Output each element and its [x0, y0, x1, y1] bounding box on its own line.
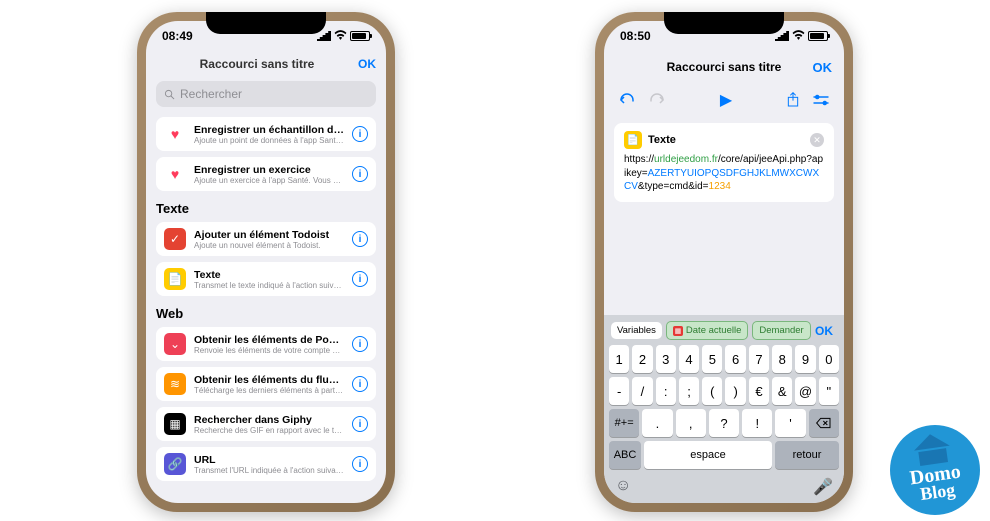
key-"[interactable]: "	[819, 377, 839, 405]
text-icon: 📄	[164, 268, 186, 290]
text-input-content[interactable]: https://urldejeedom.fr/core/api/jeeApi.p…	[624, 153, 824, 194]
action-health-exercise[interactable]: ♥ Enregistrer un exerciceAjoute un exerc…	[156, 157, 376, 191]
todoist-icon: ✓	[164, 228, 186, 250]
page-title: Raccourci sans titre	[667, 60, 782, 74]
key-€[interactable]: €	[749, 377, 769, 405]
action-giphy[interactable]: ▦ Rechercher dans GiphyRecherche des GIF…	[156, 407, 376, 441]
chip-ask[interactable]: Demander	[752, 321, 810, 340]
key--[interactable]: -	[609, 377, 629, 405]
settings-button[interactable]	[812, 93, 830, 107]
done-button[interactable]: OK	[813, 60, 833, 75]
pocket-icon: ⌄	[164, 333, 186, 355]
play-button[interactable]: ▶	[720, 90, 732, 110]
link-icon: 🔗	[164, 453, 186, 475]
house-icon	[913, 438, 952, 467]
domoblog-logo: Domo Blog	[890, 425, 980, 515]
key-?[interactable]: ?	[709, 409, 739, 437]
redo-button[interactable]	[648, 93, 666, 107]
key-space[interactable]: espace	[644, 441, 772, 469]
key-![interactable]: !	[742, 409, 772, 437]
chip-date[interactable]: ▦Date actuelle	[666, 321, 748, 340]
search-input[interactable]: Rechercher	[156, 81, 376, 107]
signal-icon	[775, 31, 789, 41]
text-icon: 📄	[624, 131, 642, 149]
battery-icon	[808, 31, 828, 41]
done-button[interactable]: OK	[358, 57, 376, 71]
wifi-icon	[334, 29, 347, 43]
key-&[interactable]: &	[772, 377, 792, 405]
calendar-icon: ▦	[673, 326, 683, 336]
section-header-web: Web	[156, 306, 376, 321]
action-pocket[interactable]: ⌄ Obtenir les éléments de PocketRenvoie …	[156, 327, 376, 361]
keyboard: Variables ▦Date actuelle Demander OK 123…	[604, 315, 844, 503]
key-backspace[interactable]	[809, 409, 839, 437]
key-;[interactable]: ;	[679, 377, 699, 405]
info-button[interactable]: i	[352, 231, 368, 247]
wifi-icon	[792, 29, 805, 43]
key-@[interactable]: @	[795, 377, 815, 405]
key-'[interactable]: '	[775, 409, 805, 437]
share-button[interactable]	[786, 92, 800, 108]
rss-icon: ≋	[164, 373, 186, 395]
action-rss[interactable]: ≋ Obtenir les éléments du flux RSSTéléch…	[156, 367, 376, 401]
key-abc[interactable]: ABC	[609, 441, 641, 469]
remove-action-button[interactable]: ✕	[810, 133, 824, 147]
nav-header-right: Raccourci sans titre OK	[604, 51, 844, 83]
key-.[interactable]: .	[642, 409, 672, 437]
info-button[interactable]: i	[352, 416, 368, 432]
key-0[interactable]: 0	[819, 345, 839, 373]
suggestion-bar: Variables ▦Date actuelle Demander OK	[607, 319, 841, 345]
action-todoist[interactable]: ✓ Ajouter un élément TodoistAjoute un no…	[156, 222, 376, 256]
page-title: Raccourci sans titre	[200, 57, 315, 71]
action-health-sample[interactable]: ♥ Enregistrer un échantillon de SantéAjo…	[156, 117, 376, 151]
chip-variables[interactable]: Variables	[611, 322, 662, 339]
info-button[interactable]: i	[352, 336, 368, 352]
status-time: 08:50	[620, 29, 651, 43]
key-([interactable]: (	[702, 377, 722, 405]
key-/[interactable]: /	[632, 377, 652, 405]
phone-left: 08:49 Raccourci sans titre OK Rechercher…	[137, 12, 395, 512]
key-4[interactable]: 4	[679, 345, 699, 373]
key-2[interactable]: 2	[632, 345, 652, 373]
action-text[interactable]: 📄 TexteTransmet le texte indiqué à l'act…	[156, 262, 376, 296]
signal-icon	[317, 31, 331, 41]
key-5[interactable]: 5	[702, 345, 722, 373]
giphy-icon: ▦	[164, 413, 186, 435]
undo-button[interactable]	[618, 93, 636, 107]
suggestion-ok[interactable]: OK	[815, 324, 837, 338]
emoji-button[interactable]: ☺	[615, 477, 631, 497]
notch	[206, 12, 326, 34]
section-header-texte: Texte	[156, 201, 376, 216]
key-symbols[interactable]: #+=	[609, 409, 639, 437]
info-button[interactable]: i	[352, 271, 368, 287]
key-1[interactable]: 1	[609, 345, 629, 373]
battery-icon	[350, 31, 370, 41]
card-label: Texte	[648, 134, 676, 146]
key-9[interactable]: 9	[795, 345, 815, 373]
key-:[interactable]: :	[656, 377, 676, 405]
key-3[interactable]: 3	[656, 345, 676, 373]
editor-toolbar: ▶	[604, 83, 844, 117]
action-url[interactable]: 🔗 URLTransmet l'URL indiquée à l'action …	[156, 447, 376, 481]
text-action-card[interactable]: 📄 Texte ✕ https://urldejeedom.fr/core/ap…	[614, 123, 834, 202]
info-button[interactable]: i	[352, 126, 368, 142]
search-icon	[164, 89, 175, 100]
key-7[interactable]: 7	[749, 345, 769, 373]
heart-icon: ♥	[164, 163, 186, 185]
phone-right: 08:50 Raccourci sans titre OK ▶	[595, 12, 853, 512]
info-button[interactable]: i	[352, 456, 368, 472]
key-,[interactable]: ,	[676, 409, 706, 437]
info-button[interactable]: i	[352, 166, 368, 182]
key-6[interactable]: 6	[725, 345, 745, 373]
mic-button[interactable]: 🎤	[813, 477, 833, 497]
key-)[interactable]: )	[725, 377, 745, 405]
notch	[664, 12, 784, 34]
info-button[interactable]: i	[352, 376, 368, 392]
key-return[interactable]: retour	[775, 441, 839, 469]
status-time: 08:49	[162, 29, 193, 43]
heart-icon: ♥	[164, 123, 186, 145]
nav-header-left: Raccourci sans titre OK	[146, 51, 386, 77]
key-8[interactable]: 8	[772, 345, 792, 373]
